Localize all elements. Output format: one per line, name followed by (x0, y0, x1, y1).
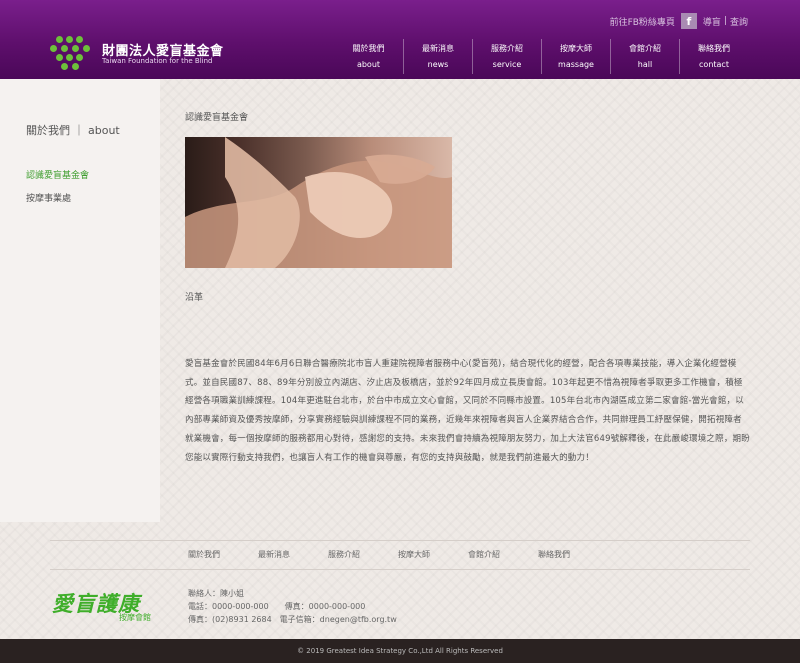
logo-subtitle: Taiwan Foundation for the Blind (102, 57, 213, 65)
logo-dots-icon[interactable] (50, 36, 90, 70)
nav-item-about[interactable]: 關於我們 about (334, 39, 403, 74)
site-header: 財團法人愛盲基金會 Taiwan Foundation for the Blin… (0, 0, 800, 79)
nav-label-zh: 服務介紹 (491, 44, 523, 53)
footer-nav: 關於我們 最新消息 服務介紹 按摩大師 會館介紹 聯絡我們 (188, 549, 608, 560)
footer-link-massage[interactable]: 按摩大師 (398, 549, 430, 560)
nav-item-news[interactable]: 最新消息 news (403, 39, 472, 74)
nav-label-zh: 聯絡我們 (698, 44, 730, 53)
sidebar-item-massage-division[interactable]: 按摩事業處 (26, 191, 71, 204)
footer-link-service[interactable]: 服務介紹 (328, 549, 360, 560)
nav-label-zh: 按摩大師 (560, 44, 592, 53)
nav-label-en: hall (637, 60, 653, 69)
footer-link-contact[interactable]: 聯絡我們 (538, 549, 570, 560)
top-link-separator: | (723, 16, 727, 26)
nav-label-en: service (492, 60, 522, 69)
sidebar: 關於我們 ｜ about 認識愛盲基金會 按摩事業處 (0, 79, 160, 522)
massage-photo-illustration (185, 137, 452, 268)
footer-divider-top (50, 540, 750, 541)
contact-phone: 電話：0000-000-000 傳真：0000-000-000 (188, 602, 366, 611)
copyright-bar: © 2019 Greatest Idea Strategy Co.,Ltd Al… (0, 639, 800, 663)
nav-label-zh: 會館介紹 (629, 44, 661, 53)
sidebar-item-about-foundation[interactable]: 認識愛盲基金會 (26, 168, 89, 181)
contact-person: 聯絡人：陳小姐 (188, 589, 244, 598)
top-link-search[interactable]: 查詢 (730, 15, 748, 28)
footer-link-hall[interactable]: 會館介紹 (468, 549, 500, 560)
top-links: 前往FB粉絲專頁 f 導盲 | 查詢 (610, 13, 748, 29)
history-paragraph: 愛盲基金會於民國84年6月6日聯合醫療院北市盲人重建院視障者服務中心(愛盲苑)，… (185, 359, 750, 463)
page-title: 認識愛盲基金會 (185, 113, 249, 123)
nav-label-zh: 最新消息 (422, 44, 454, 53)
massage-photo (185, 137, 452, 268)
nav-item-contact[interactable]: 聯絡我們 contact (679, 39, 748, 74)
nav-label-en: massage (558, 60, 594, 69)
nav-item-service[interactable]: 服務介紹 service (472, 39, 541, 74)
facebook-icon[interactable]: f (680, 13, 697, 29)
footer-divider-bottom (50, 569, 750, 570)
footer-link-news[interactable]: 最新消息 (258, 549, 290, 560)
footer-contact: 聯絡人：陳小姐 電話：0000-000-000 傳真：0000-000-000 … (188, 587, 397, 626)
nav-item-hall[interactable]: 會館介紹 hall (610, 39, 679, 74)
footer-logo: 愛盲護康 按摩會館 (52, 588, 151, 622)
sidebar-title: 關於我們 ｜ about (26, 124, 120, 137)
main-nav: 關於我們 about 最新消息 news 服務介紹 service 按摩大師 m… (334, 39, 748, 74)
nav-label-en: contact (699, 60, 729, 69)
nav-label-zh: 關於我們 (352, 44, 385, 53)
top-link-home[interactable]: 導盲 (703, 15, 721, 28)
footer-logo-subtitle: 按摩會館 (119, 613, 151, 622)
nav-label-en: news (427, 60, 449, 69)
fan-page-link[interactable]: 前往FB粉絲專頁 (610, 15, 675, 28)
history-heading: 沿革 (185, 293, 204, 303)
footer-link-about[interactable]: 關於我們 (188, 549, 220, 560)
nav-label-en: about (356, 60, 381, 69)
nav-item-massage[interactable]: 按摩大師 massage (541, 39, 610, 74)
contact-email: 傳真：(02)8931 2684 電子信箱：dnegen@tfb.org.tw (188, 615, 397, 624)
